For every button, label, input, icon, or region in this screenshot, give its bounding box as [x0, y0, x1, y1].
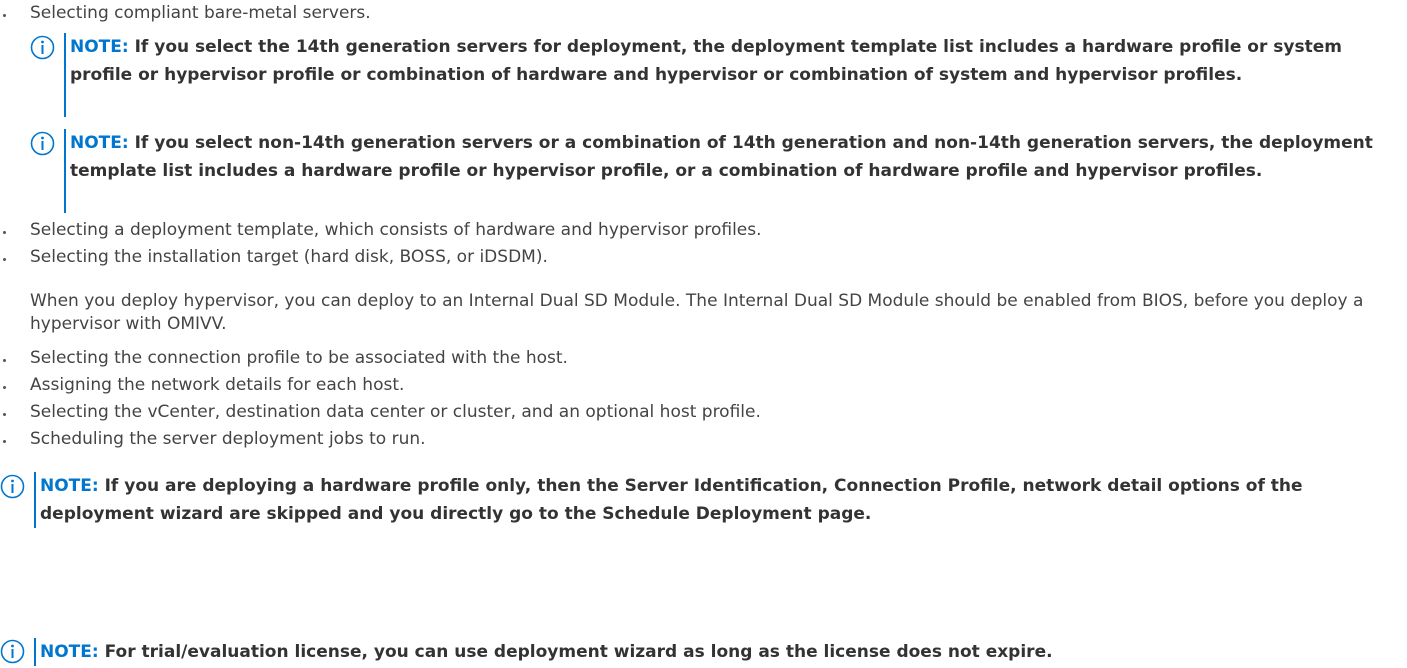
note-text: For trial/evaluation license, you can us… — [104, 642, 1053, 662]
note-callout: NOTE: If you select non-14th generation … — [30, 129, 1390, 213]
info-circle-icon — [0, 639, 25, 664]
note-text: If you select the 14th generation server… — [70, 37, 1342, 85]
document-page: Selecting compliant bare-metal servers. … — [0, 0, 1407, 668]
note-accent-bar — [64, 33, 66, 117]
list-item-text: Selecting a deployment template, which c… — [30, 220, 762, 240]
bullet-dot — [3, 386, 6, 389]
list-item-text: Selecting the connection profile to be a… — [30, 348, 568, 368]
bullet-dot — [3, 231, 6, 234]
note-callout: NOTE: If you select the 14th generation … — [30, 33, 1390, 117]
list-item-text: Selecting the vCenter, destination data … — [30, 402, 761, 422]
note-body: NOTE: If you select the 14th generation … — [70, 33, 1385, 89]
info-circle-icon — [30, 131, 55, 156]
bullet-dot — [3, 14, 6, 17]
list-item-text: Scheduling the server deployment jobs to… — [30, 429, 426, 449]
info-circle-icon — [30, 35, 55, 60]
note-body: NOTE: For trial/evaluation license, you … — [40, 638, 1400, 666]
bullet-dot — [3, 258, 6, 261]
note-body: NOTE: If you select non-14th generation … — [70, 129, 1400, 185]
list-item-text: Selecting compliant bare-metal servers. — [30, 3, 371, 23]
note-label: NOTE: — [70, 37, 135, 57]
note-label: NOTE: — [70, 133, 135, 153]
note-accent-bar — [34, 638, 36, 666]
info-circle-icon — [0, 474, 25, 499]
note-accent-bar — [64, 129, 66, 213]
body-paragraph: When you deploy hypervisor, you can depl… — [30, 291, 1364, 334]
list-item-text: Selecting the installation target (hard … — [30, 247, 548, 267]
note-label: NOTE: — [40, 642, 105, 662]
bullet-dot — [3, 359, 6, 362]
note-text: If you select non-14th generation server… — [70, 133, 1373, 181]
note-callout: NOTE: If you are deploying a hardware pr… — [0, 472, 1400, 528]
bullet-dot — [3, 440, 6, 443]
note-callout: NOTE: For trial/evaluation license, you … — [0, 638, 1400, 666]
note-accent-bar — [34, 472, 36, 528]
note-body: NOTE: If you are deploying a hardware pr… — [40, 472, 1400, 528]
list-item-text: Assigning the network details for each h… — [30, 375, 405, 395]
note-text: If you are deploying a hardware profile … — [40, 476, 1303, 524]
bullet-dot — [3, 413, 6, 416]
note-label: NOTE: — [40, 476, 105, 496]
